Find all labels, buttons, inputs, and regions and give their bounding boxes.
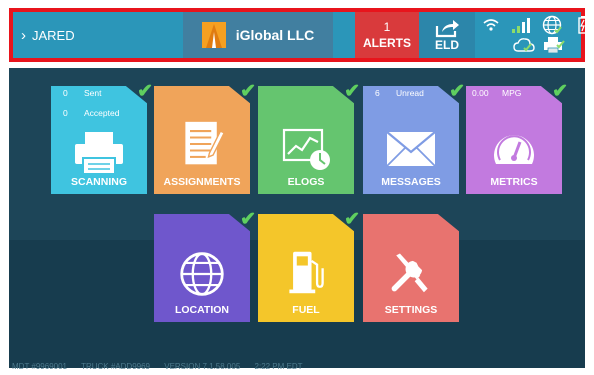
tile-label: SCANNING [70,176,127,188]
mdt-number: MDT #9969001 [12,362,67,371]
printer-icon [75,132,123,175]
chevron-right-icon: › [21,26,26,44]
unread-count: 6 [375,88,380,98]
battery-icon [578,16,588,34]
sent-label: Sent [84,88,102,98]
eld-button[interactable]: ELD [419,12,475,58]
envelope-icon [386,131,436,167]
top-bar: › JARED iGlobal LLC 1 ALERTS ELD [13,12,588,58]
printer-check-icon [544,37,565,54]
tile-label: ELOGS [287,176,325,188]
dashboard: ✔ 0 Sent 0 Accepted SCANNING ✔ ASSIGNMEN… [9,68,585,368]
check-icon: ✔ [137,81,153,102]
tile-label: MESSAGES [381,176,441,188]
tile-settings[interactable]: SETTINGS [363,214,459,322]
tile-assignments[interactable]: ✔ ASSIGNMENTS [154,81,256,194]
tile-messages[interactable]: ✔ 6 Unread MESSAGES [363,81,465,194]
status-area [475,12,588,58]
tile-fuel[interactable]: ✔ FUEL [258,209,360,322]
check-icon: ✔ [552,81,568,102]
company-name: iGlobal LLC [235,27,315,43]
tile-label: LOCATION [174,304,230,316]
mpg-value: 0.00 [472,88,489,98]
footer-status: MDT #9969001 TRUCK #ADD9969 VERSION 7.1.… [12,362,315,371]
tile-label: METRICS [490,176,538,188]
user-name: JARED [32,27,75,43]
version-text: VERSION 7.1.58.005 [164,362,241,371]
mpg-label: MPG [502,88,522,98]
globe-icon [542,15,562,35]
accepted-count: 0 [63,108,68,118]
speedometer-icon [494,135,534,164]
alerts-count: 1 [383,20,391,34]
top-bar-spacer [333,12,355,58]
tile-metrics[interactable]: ✔ 0.00 MPG METRICS [466,81,568,194]
unread-label: Unread [396,88,424,98]
check-icon: ✔ [344,81,360,102]
alerts-label: ALERTS [363,36,411,50]
tile-elogs[interactable]: ✔ ELOGS [258,81,360,194]
time-text: 2:22 PM EDT [254,362,303,371]
chart-clock-icon [282,128,330,170]
globe-icon [180,252,224,296]
alerts-button[interactable]: 1 ALERTS [355,12,419,58]
signal-bars-icon [512,18,530,33]
user-menu[interactable]: › JARED [13,12,183,58]
clipboard-icon [185,121,226,165]
wifi-icon [483,19,499,31]
share-icon [435,20,459,38]
check-icon: ✔ [240,209,256,230]
tile-scanning[interactable]: ✔ 0 Sent 0 Accepted SCANNING [51,81,153,194]
tile-label: FUEL [292,304,320,316]
company-logo-icon [201,22,226,48]
check-icon: ✔ [240,81,256,102]
accepted-label: Accepted [84,108,120,118]
truck-number: TRUCK #ADD9969 [81,362,150,371]
check-icon: ✔ [344,209,360,230]
check-icon: ✔ [449,81,465,102]
company-selector[interactable]: iGlobal LLC [183,12,333,58]
tile-label: ASSIGNMENTS [163,176,241,188]
tile-label: SETTINGS [384,304,438,316]
cloud-check-icon [513,38,535,52]
eld-label: ELD [435,38,459,52]
fuel-pump-icon [289,251,324,294]
tile-location[interactable]: ✔ LOCATION [154,209,256,322]
wrench-screwdriver-icon [391,253,428,293]
sent-count: 0 [63,88,68,98]
